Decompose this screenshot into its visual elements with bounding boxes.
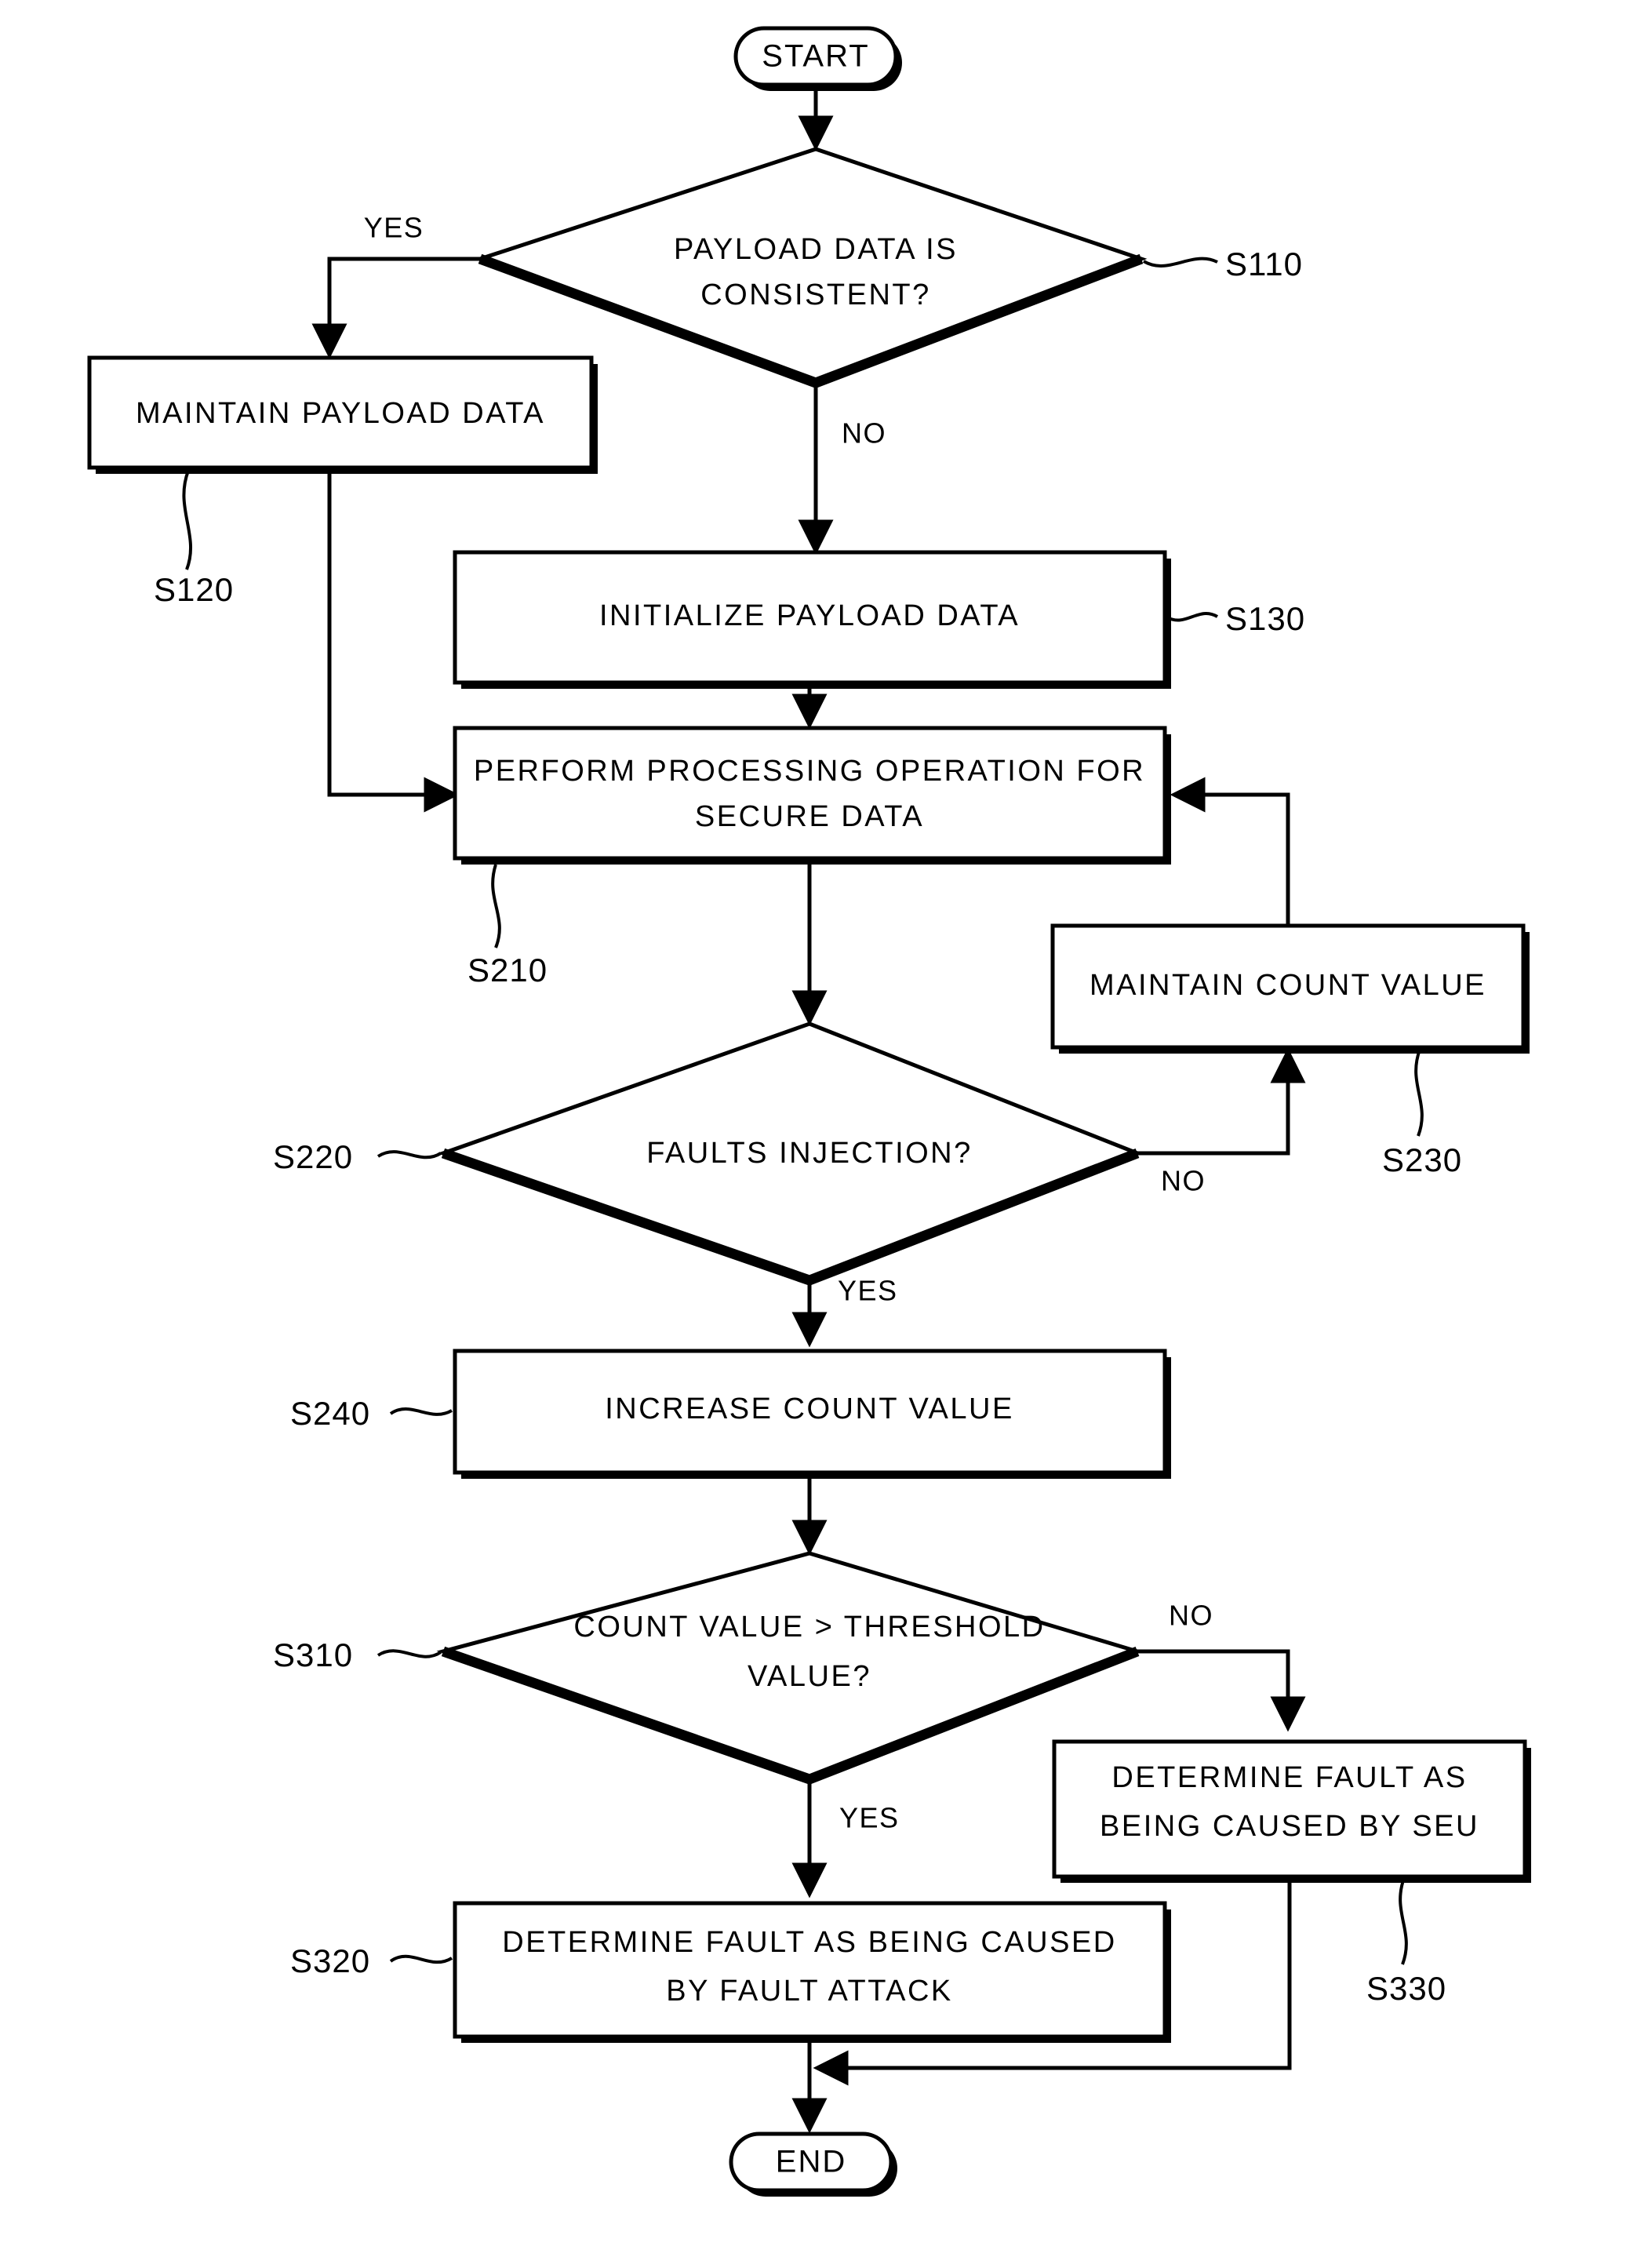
leader-s230	[1414, 1049, 1424, 1137]
leader-s130	[1166, 611, 1219, 622]
edge-label-s310-no: NO	[1169, 1600, 1213, 1632]
ref-s240: S240	[290, 1395, 370, 1432]
s120-text-line1: MAINTAIN PAYLOAD DATA	[136, 397, 545, 430]
decision-s310: COUNT VALUE > THRESHOLD VALUE?	[436, 1551, 1144, 1785]
s210-text-line2: SECURE DATA	[695, 800, 924, 833]
ref-s130: S130	[1225, 600, 1305, 637]
s330-text-line1: DETERMINE FAULT AS	[1111, 1761, 1467, 1794]
ref-s220: S220	[273, 1138, 353, 1175]
start-label: START	[762, 39, 869, 74]
edge-label-s110-no: NO	[842, 417, 886, 450]
s130-text-line1: INITIALIZE PAYLOAD DATA	[599, 599, 1020, 632]
leader-s320	[389, 1954, 453, 1964]
s110-text-line2: CONSISTENT?	[700, 278, 931, 311]
s110-text-line1: PAYLOAD DATA IS	[674, 233, 958, 266]
ref-s320: S320	[290, 1942, 370, 1979]
s330-text-line2: BEING CAUSED BY SEU	[1100, 1810, 1479, 1843]
s220-text-line1: FAULTS INJECTION?	[646, 1137, 973, 1170]
process-s240: INCREASE COUNT VALUE	[453, 1349, 1171, 1479]
leader-s330	[1399, 1877, 1408, 1965]
edge-label-s310-yes: YES	[839, 1802, 900, 1834]
edge-label-s220-yes: YES	[838, 1275, 898, 1307]
edge-s110-yes	[311, 257, 480, 359]
leader-s210	[491, 864, 501, 948]
edge-s310-no	[1137, 1649, 1306, 1732]
ref-s310: S310	[273, 1636, 353, 1673]
ref-s210: S210	[467, 952, 548, 988]
decision-s220: FAULTS INJECTION?	[437, 1021, 1143, 1286]
decision-s110: PAYLOAD DATA IS CONSISTENT?	[474, 147, 1148, 388]
flowchart-page: START PAYLOAD DATA IS CONSISTENT? S110 Y…	[0, 0, 1648, 2268]
terminal-start: START	[733, 26, 902, 91]
process-s120: MAINTAIN PAYLOAD DATA	[87, 355, 598, 474]
leader-s110	[1142, 257, 1218, 268]
s230-text-line1: MAINTAIN COUNT VALUE	[1090, 969, 1486, 1002]
edge-s220-no	[1137, 1047, 1306, 1156]
process-s330: DETERMINE FAULT AS BEING CAUSED BY SEU	[1052, 1739, 1531, 1883]
process-s130: INITIALIZE PAYLOAD DATA	[453, 550, 1171, 689]
leader-s220	[377, 1150, 442, 1159]
process-s320: DETERMINE FAULT AS BEING CAUSED BY FAULT…	[453, 1901, 1171, 2043]
s310-text-line2: VALUE?	[748, 1660, 871, 1693]
end-label: END	[776, 2145, 846, 2179]
s310-text-line1: COUNT VALUE > THRESHOLD	[573, 1611, 1045, 1644]
leader-s240	[389, 1407, 453, 1416]
ref-s230: S230	[1382, 1141, 1462, 1178]
flowchart-canvas: START PAYLOAD DATA IS CONSISTENT? S110 Y…	[87, 26, 1531, 2197]
process-s210: PERFORM PROCESSING OPERATION FOR SECURE …	[453, 726, 1171, 865]
s320-text-line1: DETERMINE FAULT AS BEING CAUSED	[502, 1926, 1116, 1959]
edge-s120-to-s210	[327, 468, 460, 813]
s210-text-line1: PERFORM PROCESSING OPERATION FOR	[474, 755, 1145, 788]
s320-text-line2: BY FAULT ATTACK	[666, 1975, 953, 2008]
leader-s310	[377, 1649, 442, 1658]
terminal-end: END	[729, 2131, 897, 2197]
edge-label-s220-no: NO	[1161, 1165, 1206, 1197]
leader-s120	[182, 470, 193, 570]
ref-s330: S330	[1366, 1970, 1446, 2007]
ref-s110: S110	[1225, 246, 1303, 282]
ref-s120: S120	[154, 571, 234, 608]
edge-label-s110-yes: YES	[364, 212, 424, 244]
edge-s230-to-s210	[1170, 777, 1290, 926]
process-s230: MAINTAIN COUNT VALUE	[1050, 923, 1530, 1054]
s240-text-line1: INCREASE COUNT VALUE	[605, 1392, 1014, 1425]
